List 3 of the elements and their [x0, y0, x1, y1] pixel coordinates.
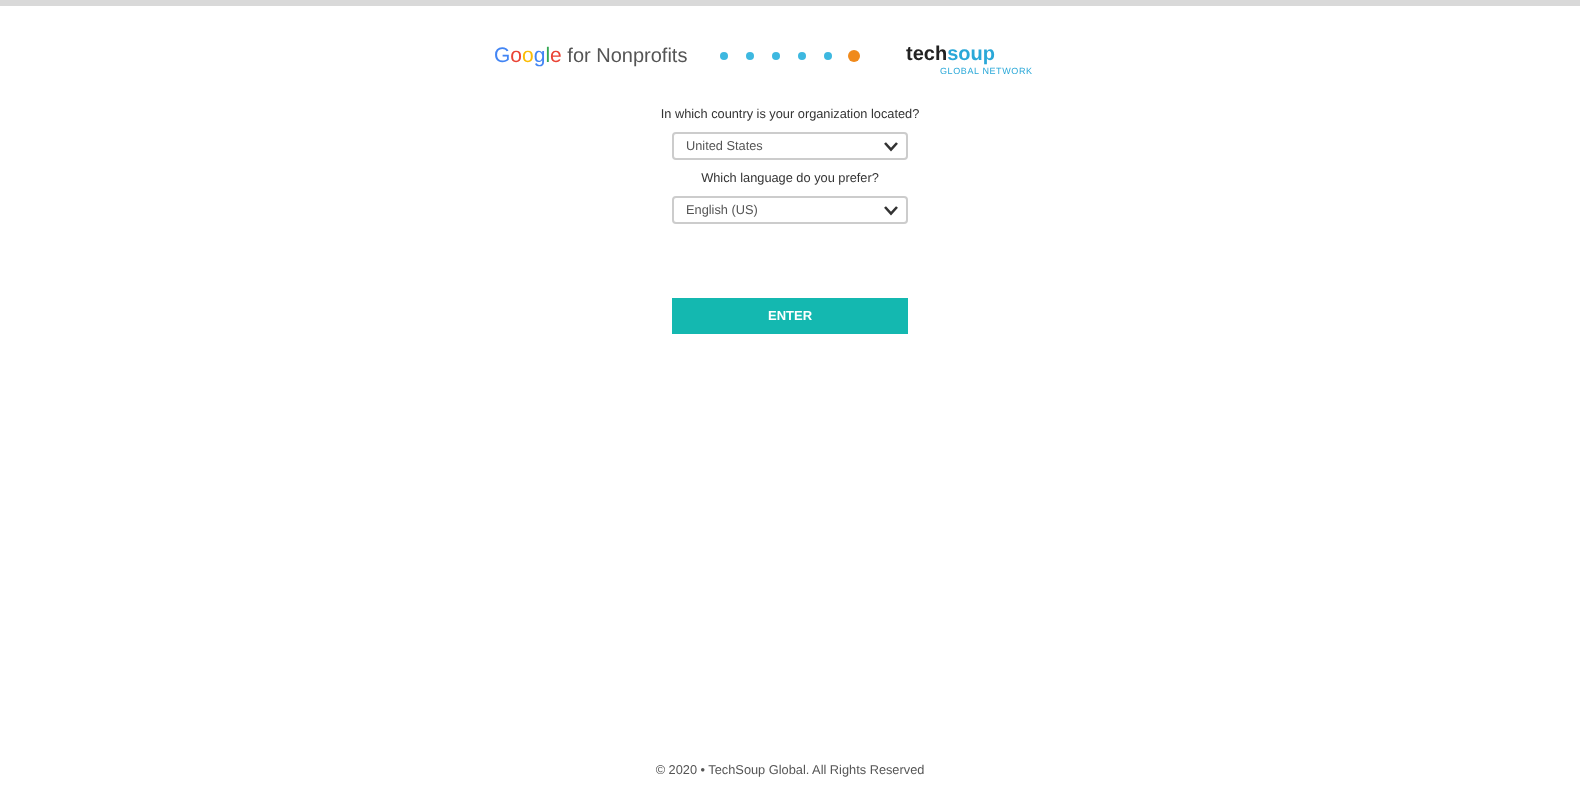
- caret-icon: [884, 205, 898, 215]
- google-logo: Google for Nonprofits: [494, 44, 690, 68]
- caret-icon: [884, 141, 898, 151]
